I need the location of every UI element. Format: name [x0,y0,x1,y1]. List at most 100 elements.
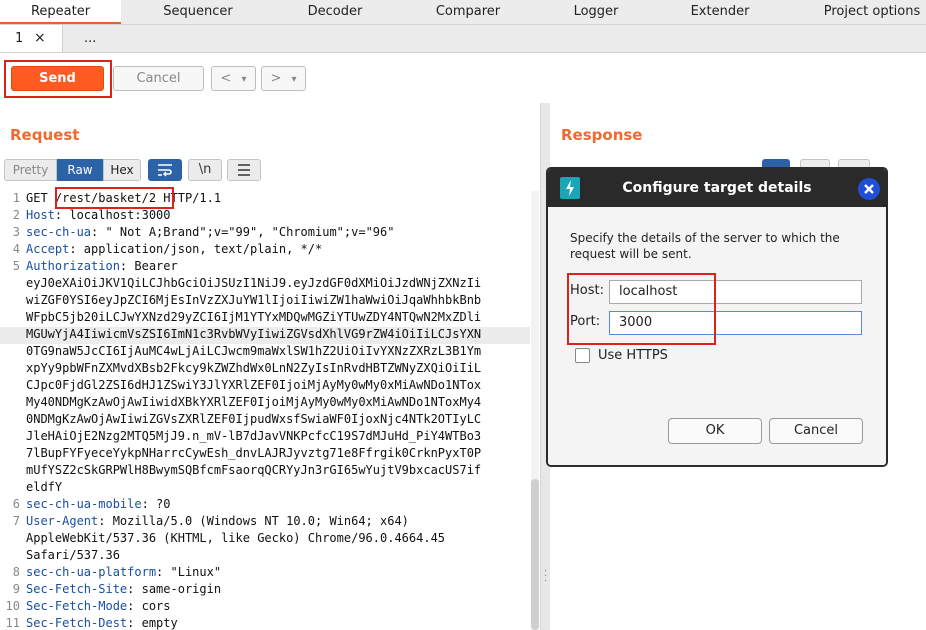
top-navigation: Repeater Sequencer Decoder Comparer Logg… [0,0,926,25]
code-line: wiZGF0YSI6eyJpZCI6MjEsInVzZXJuYW1lIjoiIi… [0,293,530,310]
code-text: My40NDMgKzAwOjAwIiwidXBkYXRlZEF0IjoiMjAy… [26,395,481,409]
dialog-title: Configure target details [622,180,812,196]
pretty-view-button[interactable]: Pretty [4,159,57,181]
line-number: 7 [12,514,20,528]
tab-repeater[interactable]: Repeater [0,0,121,24]
hamburger-icon [238,164,250,176]
header-value: : same-origin [127,582,222,596]
request-scroll-thumb[interactable] [531,479,539,630]
line-number: 6 [12,497,20,511]
header-value: WFpbC5jb20iLCJwYXNzd29yZCI6IjM1YTYxMDQwM… [26,310,482,324]
back-button[interactable]: < ▾ [211,66,256,91]
header-name: Sec-Fetch-Dest [26,616,128,630]
header-value: : ?0 [141,497,171,511]
drag-handle-icon: · · · [544,566,548,587]
code-text: User-Agent: Mozilla/5.0 (Windows NT 10.0… [26,514,409,528]
code-line: 7lBupFYFyeceYykpNHarrcCywEsh_dnvLAJRJyvz… [0,446,530,463]
code-text: MGUwYjA4IiwicmVsZSI6ImN1c3RvbWVyIiwiZGVs… [26,327,481,341]
header-name: sec-ch-ua-platform [26,565,157,579]
response-title: Response [561,126,643,144]
subtab-1-label: 1 [15,31,24,46]
code-text: sec-ch-ua: " Not A;Brand";v="99", "Chrom… [26,225,394,239]
code-text: WFpbC5jb20iLCJwYXNzd29yZCI6IjM1YTYxMDQwM… [26,310,481,324]
tab-comparer[interactable]: Comparer [418,0,518,24]
line-number: 1 [12,191,20,205]
code-text: wiZGF0YSI6eyJpZCI6MjEsInVzZXJuYW1lIjoiIi… [26,293,481,307]
code-line: 3 sec-ch-ua: " Not A;Brand";v="99", "Chro… [0,225,530,242]
chevron-left-icon: < [220,71,232,86]
path-highlight [55,187,174,209]
chevron-down-icon: ▾ [241,74,247,85]
code-text: Sec-Fetch-Mode: cors [26,599,171,613]
subtab-new[interactable]: ... [84,25,96,52]
header-name: Host [26,208,55,222]
description-line-2: request will be sent. [570,247,692,261]
code-line: 2 Host: localhost:3000 [0,208,530,225]
use-https-label: Use HTTPS [598,348,668,363]
cancel-request-button[interactable]: Cancel [113,66,204,91]
hex-view-button[interactable]: Hex [103,159,141,181]
code-line: 11 Sec-Fetch-Dest: empty [0,616,530,630]
header-value: wiZGF0YSI6eyJpZCI6MjEsInVzZXJuYW1lIjoiIi… [26,293,482,307]
code-text: AppleWebKit/537.36 (KHTML, like Gecko) C… [26,531,445,545]
tab-sequencer[interactable]: Sequencer [148,0,248,24]
tab-extender[interactable]: Extender [670,0,770,24]
menu-button[interactable] [227,159,261,181]
code-text: mUfYSZ2cSkGRPWlH8BwymSQBfcmFsaorqQCRYyJn… [26,463,481,477]
code-line: CJpc0FjdGl2ZSI6dHJ1ZSwiY3JlYXRlZEF0IjoiM… [0,378,530,395]
header-name: Authorization [26,259,120,273]
host-port-highlight [567,273,716,345]
line-number: 11 [5,616,20,630]
send-button[interactable]: Send [11,66,104,91]
code-text: Sec-Fetch-Dest: empty [26,616,178,630]
code-text: Authorization: Bearer [26,259,178,273]
code-line: JleHAiOjE2Nzg2MTQ5MjJ9.n_mV-lB7dJavVNKPc… [0,429,530,446]
tab-project-options[interactable]: Project options [818,0,926,24]
header-value: CJpc0FjdGl2ZSI6dHJ1ZSwiY3JlYXRlZEF0IjoiM… [26,378,482,392]
header-value: 0TG9naW5JcCI6IjAuMC4wLjAiLCJwcm9maWxlSW1… [26,344,482,358]
repeater-toolbar: Send Cancel < ▾ > ▾ [0,53,926,103]
chevron-down-icon: ▾ [291,74,297,85]
code-text: xpYy9pbWFnZXMvdXBsb2Fkcy9kZWZhdWx0LnN2Zy… [26,361,481,375]
code-line: 9 Sec-Fetch-Site: same-origin [0,582,530,599]
code-text: Sec-Fetch-Site: same-origin [26,582,221,596]
dialog-description: Specify the details of the server to whi… [570,230,840,262]
header-name: sec-ch-ua [26,225,92,239]
header-value: : Mozilla/5.0 (Windows NT 10.0; Win64; x… [98,514,409,528]
code-text: 7lBupFYFyeceYykpNHarrcCywEsh_dnvLAJRJyvz… [26,446,481,460]
code-text: JleHAiOjE2Nzg2MTQ5MjJ9.n_mV-lB7dJavVNKPc… [26,429,481,443]
line-number: 10 [5,599,20,613]
use-https-checkbox[interactable] [575,348,590,363]
ok-button[interactable]: OK [668,418,762,444]
code-text: eldfY [26,480,62,494]
tab-logger[interactable]: Logger [546,0,646,24]
forward-button[interactable]: > ▾ [261,66,306,91]
code-line: mUfYSZ2cSkGRPWlH8BwymSQBfcmFsaorqQCRYyJn… [0,463,530,480]
repeater-subtabs: 1 × ... [0,25,926,53]
raw-view-button[interactable]: Raw [57,159,103,181]
wrap-lines-button[interactable] [148,159,182,181]
close-icon[interactable] [858,178,880,200]
request-editor[interactable]: 1 GET /rest/basket/2 HTTP/1.1 2 Host: local… [0,191,530,630]
code-line: MGUwYjA4IiwicmVsZSI6ImN1c3RvbWVyIiwiZGVs… [0,327,530,344]
line-number: 9 [12,582,20,596]
header-value: MGUwYjA4IiwicmVsZSI6ImN1c3RvbWVyIiwiZGVs… [26,327,482,341]
close-icon[interactable]: × [34,25,46,52]
tab-decoder[interactable]: Decoder [285,0,385,24]
code-text: eyJ0eXAiOiJKV1QiLCJhbGciOiJSUzI1NiJ9.eyJ… [26,276,481,290]
code-line: 8 sec-ch-ua-platform: "Linux" [0,565,530,582]
line-number: 3 [12,225,20,239]
dialog-body: Specify the details of the server to whi… [548,207,886,465]
code-line: 0TG9naW5JcCI6IjAuMC4wLjAiLCJwcm9maWxlSW1… [0,344,530,361]
show-newlines-button[interactable]: \n [188,159,222,181]
code-line: 7 User-Agent: Mozilla/5.0 (Windows NT 10.… [0,514,530,531]
header-value: : cors [127,599,171,613]
header-name: Sec-Fetch-Site [26,582,128,596]
header-value: : "Linux" [156,565,222,579]
subtab-1[interactable]: 1 × [0,25,63,52]
code-line: WFpbC5jb20iLCJwYXNzd29yZCI6IjM1YTYxMDQwM… [0,310,530,327]
line-number: 2 [12,208,20,222]
header-name: Sec-Fetch-Mode [26,599,128,613]
header-value: JleHAiOjE2Nzg2MTQ5MjJ9.n_mV-lB7dJavVNKPc… [26,429,482,443]
cancel-button[interactable]: Cancel [769,418,863,444]
